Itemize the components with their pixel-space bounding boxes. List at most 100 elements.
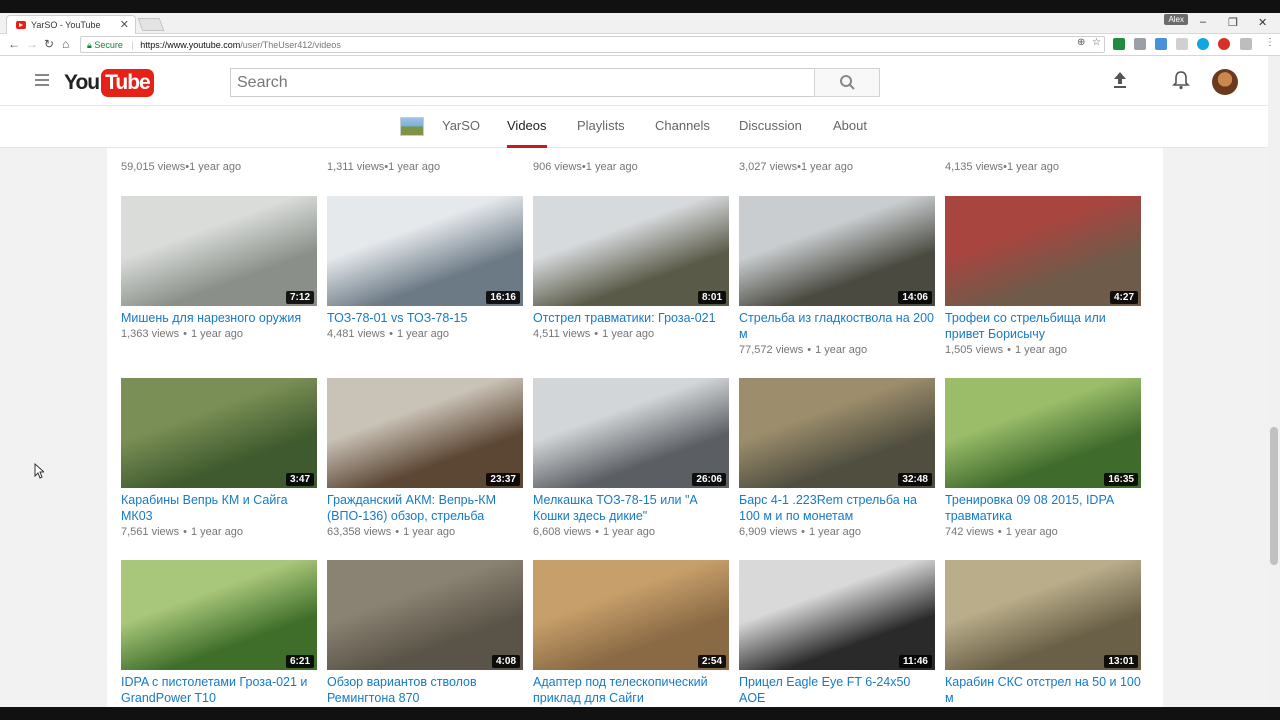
scrollbar-thumb[interactable] [1270, 427, 1278, 565]
video-thumbnail[interactable]: 8:01 [533, 196, 729, 306]
lock-icon: 🔒︎ [87, 40, 92, 50]
video-duration: 16:35 [1104, 473, 1138, 486]
video-thumbnail[interactable]: 11:46 [739, 560, 935, 670]
extension-icon[interactable] [1113, 38, 1125, 50]
view-count: 742 views [945, 526, 994, 538]
search-button[interactable] [814, 68, 880, 97]
minimize-icon[interactable]: – [1200, 16, 1206, 28]
extension-icon[interactable] [1218, 38, 1230, 50]
upload-age: 1 year ago [396, 328, 449, 340]
download-extension-icon[interactable] [1155, 38, 1167, 50]
notifications-bell-icon[interactable] [1172, 70, 1190, 90]
video-thumbnail[interactable]: 3:47 [121, 378, 317, 488]
video-title-link[interactable]: Мишень для нарезного оружия [121, 310, 317, 326]
video-card[interactable]: 4:27 Трофеи со стрельбища или привет Бори… [945, 196, 1141, 356]
video-title-link[interactable]: Карабин СКС отстрел на 50 и 100 м [945, 674, 1141, 706]
video-duration: 16:16 [486, 291, 520, 304]
video-title-link[interactable]: Трофеи со стрельбища или привет Борисычу [945, 310, 1141, 342]
video-meta: 4,511 views • 1 year ago [533, 328, 655, 340]
tab-playlists[interactable]: Playlists [577, 118, 625, 133]
video-card[interactable]: 13:01Карабин СКС отстрел на 50 и 100 м13… [945, 560, 1141, 707]
bookmark-star-icon[interactable]: ☆ [1092, 37, 1101, 48]
channel-avatar[interactable] [400, 117, 424, 136]
video-card[interactable]: 6:21 IDPA с пистолетами Гроза-021 и Grand… [121, 560, 317, 707]
scrollbar[interactable] [1268, 56, 1280, 707]
tab-close-icon[interactable]: ✕ [120, 18, 129, 31]
video-thumbnail[interactable]: 4:27 [945, 196, 1141, 306]
youtube-logo[interactable]: You Tube [64, 69, 154, 97]
video-title-link[interactable]: ТОЗ-78-01 vs ТОЗ-78-15 [327, 310, 523, 326]
tab-videos[interactable]: Videos [507, 118, 547, 133]
tab-about[interactable]: About [833, 118, 867, 133]
video-card[interactable]: 7:12 Мишень для нарезного оружия 1,363 vie… [121, 196, 317, 340]
video-duration: 32:48 [898, 473, 932, 486]
video-card[interactable]: 16:16 ТОЗ-78-01 vs ТОЗ-78-15 4,481 views • 1… [327, 196, 523, 340]
zoom-icon[interactable]: ⊕ [1077, 37, 1085, 48]
search-input[interactable]: Search [230, 68, 815, 97]
extension-icon[interactable] [1176, 38, 1188, 50]
extension-icon[interactable] [1134, 38, 1146, 50]
video-thumbnail[interactable]: 16:16 [327, 196, 523, 306]
video-meta: 63,358 views • 1 year ago [327, 526, 456, 538]
back-icon[interactable]: ← [8, 37, 20, 51]
url-host: https://www.youtube.com [140, 40, 241, 50]
video-thumbnail[interactable]: 32:48 [739, 378, 935, 488]
video-title-link[interactable]: Карабины Вепрь КМ и Сайга МК03 [121, 492, 317, 524]
window-close-icon[interactable]: ✕ [1258, 16, 1267, 29]
video-title-link[interactable]: Мелкашка ТОЗ-78-15 или "А Кошки здесь ди… [533, 492, 729, 524]
skype-extension-icon[interactable] [1197, 38, 1209, 50]
avatar[interactable] [1212, 69, 1238, 95]
video-title-link[interactable]: Стрельба из гладкоствола на 200 м [739, 310, 935, 342]
video-card[interactable]: 32:48 Барс 4-1 .223Rem стрельба на 100 м … [739, 378, 935, 538]
new-tab-button[interactable] [137, 18, 165, 31]
video-thumbnail[interactable]: 14:06 [739, 196, 935, 306]
video-title-link[interactable]: Прицел Eagle Eye FT 6-24x50 AOE [739, 674, 935, 706]
profile-name[interactable]: Alex [1164, 14, 1188, 25]
restore-icon[interactable]: ❐ [1228, 16, 1238, 29]
tab-channels[interactable]: Channels [655, 118, 710, 133]
video-card[interactable]: 2:54 Адаптер под телескопический приклад … [533, 560, 729, 707]
video-thumbnail[interactable]: 6:21 [121, 560, 317, 670]
address-toolbar: ← → ↻ ⌂ 🔒︎ Secure | https://www.youtube.… [0, 34, 1280, 56]
tab-discussion[interactable]: Discussion [739, 118, 802, 133]
video-thumbnail[interactable]: 26:06 [533, 378, 729, 488]
top-row-meta: 906 views•1 year ago [533, 161, 638, 173]
video-meta: 4,481 views • 1 year ago [327, 328, 449, 340]
video-card[interactable]: 14:06 Стрельба из гладкоствола на 200 м 77… [739, 196, 935, 356]
url-path: /user/TheUser412/videos [240, 40, 341, 50]
video-thumbnail[interactable]: 4:08 [327, 560, 523, 670]
video-title-link[interactable]: Тренировка 09 08 2015, IDPA травматика [945, 492, 1141, 524]
video-title-link[interactable]: IDPA с пистолетами Гроза-021 и GrandPowe… [121, 674, 317, 706]
browser-tab[interactable]: YarSO - YouTube ✕ [6, 15, 136, 34]
home-icon[interactable]: ⌂ [62, 37, 69, 51]
video-thumbnail[interactable]: 2:54 [533, 560, 729, 670]
video-thumbnail[interactable]: 16:35 [945, 378, 1141, 488]
chrome-menu-icon[interactable]: ⋮ [1265, 37, 1275, 48]
guide-menu-icon[interactable] [35, 74, 49, 86]
tab-home[interactable]: YarSO [442, 118, 480, 133]
address-bar[interactable]: 🔒︎ Secure | https://www.youtube.com/user… [80, 36, 1105, 53]
video-title-link[interactable]: Барс 4-1 .223Rem стрельба на 100 м и по … [739, 492, 935, 524]
video-title-link[interactable]: Обзор вариантов стволов Ремингтона 870 [327, 674, 523, 706]
extension-icon[interactable] [1240, 38, 1252, 50]
reload-icon[interactable]: ↻ [44, 37, 54, 51]
video-card[interactable]: 16:35 Тренировка 09 08 2015, IDPA травмат… [945, 378, 1141, 538]
video-card[interactable]: 8:01 Отстрел травматики: Гроза-021 4,511 v… [533, 196, 729, 340]
video-duration: 11:46 [898, 655, 932, 668]
video-thumbnail[interactable]: 13:01 [945, 560, 1141, 670]
video-card[interactable]: 11:46Прицел Eagle Eye FT 6-24x50 AOE3,43… [739, 560, 935, 707]
video-card[interactable]: 23:37 Гражданский АКМ: Вепрь-КМ (ВПО-136)… [327, 378, 523, 538]
video-title-link[interactable]: Адаптер под телескопический приклад для … [533, 674, 729, 706]
video-duration: 14:06 [898, 291, 932, 304]
forward-icon[interactable]: → [26, 37, 38, 51]
video-thumbnail[interactable]: 7:12 [121, 196, 317, 306]
video-card[interactable]: 4:08 Обзор вариантов стволов Ремингтона 8… [327, 560, 523, 707]
video-title-link[interactable]: Отстрел травматики: Гроза-021 [533, 310, 729, 326]
video-duration: 6:21 [285, 655, 314, 668]
video-card[interactable]: 3:47 Карабины Вепрь КМ и Сайга МК03 7,561 … [121, 378, 317, 538]
video-thumbnail[interactable]: 23:37 [327, 378, 523, 488]
video-card[interactable]: 26:06 Мелкашка ТОЗ-78-15 или "А Кошки зде… [533, 378, 729, 538]
view-count: 1,505 views [945, 344, 1004, 356]
video-title-link[interactable]: Гражданский АКМ: Вепрь-КМ (ВПО-136) обзо… [327, 492, 523, 524]
upload-icon[interactable] [1111, 71, 1129, 89]
